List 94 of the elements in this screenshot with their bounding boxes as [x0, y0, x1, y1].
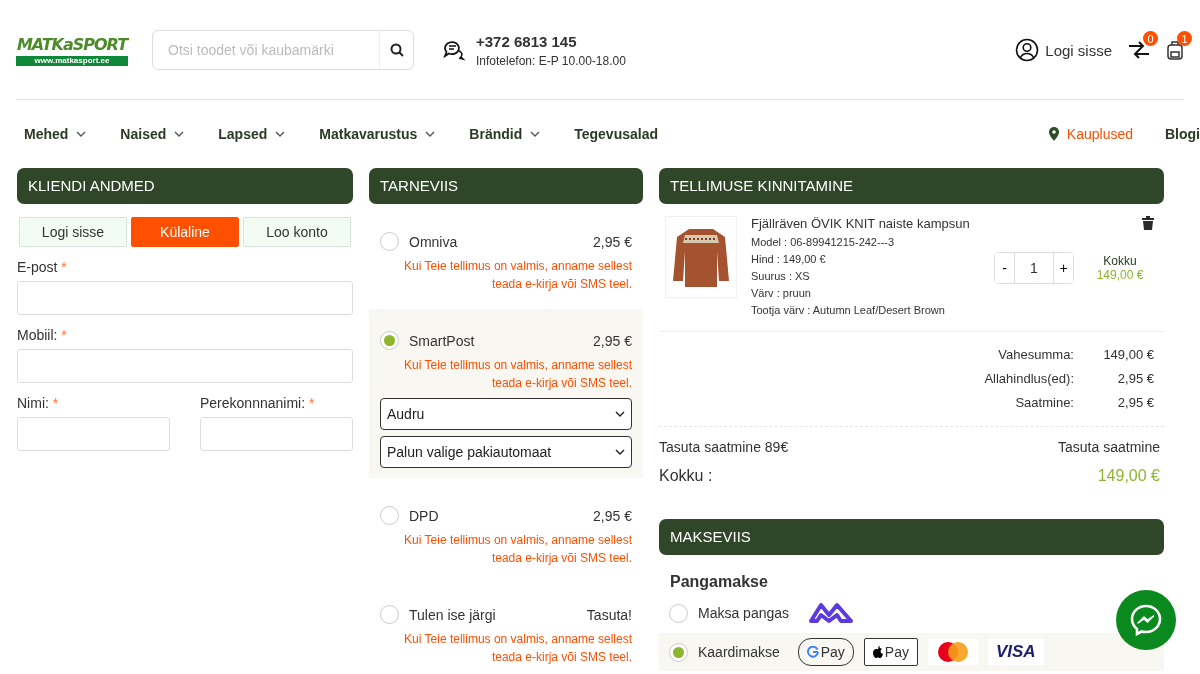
shipping-note: Kui Teie tellimus on valmis, anname sellest teada e-kirja või SMS teel. — [403, 357, 632, 392]
compare-arrows-icon[interactable] — [1128, 40, 1150, 60]
login-link[interactable]: Logi sisse — [1015, 38, 1112, 62]
payment-method-label: Maksa pangas — [698, 605, 790, 621]
trash-icon[interactable] — [1142, 216, 1154, 230]
chevron-down-icon — [530, 131, 541, 137]
logo-wordmark: MATKaSPORT — [16, 34, 128, 56]
radio-button[interactable] — [380, 605, 399, 624]
apple-pay-logo: Pay — [863, 638, 918, 666]
radio-button[interactable] — [669, 642, 688, 662]
search-icon — [389, 43, 404, 57]
shipping-name: Tulen ise järgi — [409, 606, 496, 623]
shipping-name: Omniva — [409, 233, 458, 250]
summary-label: Allahindlus(ed): — [984, 370, 1074, 386]
compare-count-badge: 0 — [1143, 31, 1158, 46]
input-field[interactable] — [17, 417, 170, 451]
radio-button[interactable] — [669, 603, 688, 623]
nav-menu-item[interactable]: Lapsed — [218, 126, 286, 142]
summary-value: 2,95 € — [1116, 370, 1154, 386]
item-total-value: 149,00 € — [1096, 267, 1144, 282]
chevron-down-icon — [76, 131, 87, 137]
apple-icon — [872, 646, 883, 658]
overlapping-circles-icon — [935, 641, 970, 663]
product-detail: Tootja värv : Autumn Leaf/Desert Brown — [751, 303, 946, 318]
info-hours: Infotelefon: E-P 10.00-18.00 — [476, 53, 626, 68]
google-pay-logo: Pay — [797, 638, 854, 666]
visa-logo: VISA — [987, 639, 1044, 665]
messenger-chat-button[interactable] — [1116, 590, 1176, 650]
shipping-price: Tasuta! — [586, 606, 632, 623]
shipping-name: SmartPost — [409, 332, 475, 349]
account-tab[interactable]: Logi sisse — [19, 217, 127, 247]
summary-value: 149,00 € — [1102, 346, 1154, 362]
nav-menu-item[interactable]: Mehed — [24, 126, 87, 142]
product-name[interactable]: Fjällräven ÖVIK KNIT naiste kampsun — [751, 216, 970, 231]
item-total-label: Kokku — [1103, 253, 1137, 268]
chat-bubbles-icon — [442, 38, 466, 62]
section-header: TARNEVIIS — [369, 168, 643, 204]
product-detail: Model : 06-89941215-242---3 — [751, 235, 896, 250]
shipping-note: Kui Teie tellimus on valmis, anname sellest teada e-kirja või SMS teel. — [403, 631, 632, 666]
chat-bolt-icon — [1129, 603, 1163, 637]
chevron-down-icon — [174, 131, 185, 137]
dropdown-select[interactable]: Audru — [380, 398, 632, 430]
cart-count-badge: 1 — [1177, 31, 1192, 46]
field-label: Mobiil: * — [17, 327, 68, 343]
payment-method-label: Kaardimakse — [698, 644, 780, 660]
blog-link[interactable]: Blogi — [1165, 126, 1200, 142]
dropdown-select[interactable]: Palun valige pakiautomaat — [380, 436, 632, 468]
shipping-note: Kui Teie tellimus on valmis, anname sellest teada e-kirja või SMS teel. — [403, 258, 632, 293]
shipping-price: 2,95 € — [593, 233, 632, 250]
bank-link-icon — [807, 601, 856, 625]
summary-label: Saatmine: — [1015, 394, 1074, 410]
shipping-note: Kui Teie tellimus on valmis, anname sellest teada e-kirja või SMS teel. — [403, 532, 632, 567]
product-detail: Värv : pruun — [751, 286, 812, 301]
shipping-name: DPD — [409, 507, 439, 524]
field-label: E-post * — [17, 259, 68, 275]
field-label: Perekonnnanimi: * — [200, 395, 316, 411]
free-shipping-threshold: Tasuta saatmine 89€ — [659, 439, 789, 455]
logo-url: www.matkasport.ee — [16, 56, 128, 66]
nav-menu-item[interactable]: Brändid — [469, 126, 541, 142]
shipping-price: 2,95 € — [593, 332, 632, 349]
product-detail: Hind : 149,00 € — [751, 252, 827, 267]
radio-button[interactable] — [380, 331, 399, 350]
grand-total-label: Kokku : — [659, 467, 713, 485]
section-header: KLIENDI ANDMED — [17, 168, 353, 204]
user-icon — [1015, 38, 1040, 62]
field-label: Nimi: * — [17, 395, 60, 411]
shipping-price: 2,95 € — [593, 507, 632, 524]
nav-menu-item[interactable]: Naised — [120, 126, 185, 142]
backpack-icon[interactable] — [1166, 40, 1184, 60]
input-field[interactable] — [200, 417, 353, 451]
g-letter-icon — [806, 646, 819, 658]
phone-number[interactable]: +372 6813 145 — [476, 32, 626, 50]
summary-label: Vahesumma: — [998, 346, 1074, 362]
grand-total-value: 149,00 € — [1097, 467, 1160, 485]
input-field[interactable] — [17, 281, 353, 315]
summary-value: 2,95 € — [1116, 394, 1154, 410]
free-shipping-status: Tasuta saatmine — [1058, 439, 1160, 455]
search-field[interactable]: Otsi toodet või kaubamärki — [153, 42, 379, 58]
nav-menu-item[interactable]: Matkavarustus — [319, 126, 436, 142]
input-field[interactable] — [17, 349, 353, 383]
nav-menu-item[interactable]: Tegevusalad — [574, 126, 658, 142]
radio-button[interactable] — [380, 506, 399, 525]
payment-group-title: Pangamakse — [670, 573, 769, 591]
chevron-down-icon — [425, 131, 436, 137]
chevron-down-icon — [615, 411, 625, 417]
section-header: MAKSEVIIS — [659, 519, 1164, 555]
product-detail: Suurus : XS — [751, 269, 811, 284]
section-header: TELLIMUSE KINNITAMINE — [659, 168, 1164, 204]
account-tab[interactable]: Loo konto — [243, 217, 351, 247]
chevron-down-icon — [275, 131, 286, 137]
map-pin-icon — [1048, 127, 1059, 141]
radio-button[interactable] — [380, 232, 399, 251]
search-bar[interactable]: Otsi toodet või kaubamärki — [152, 30, 414, 70]
chevron-down-icon — [615, 449, 625, 455]
